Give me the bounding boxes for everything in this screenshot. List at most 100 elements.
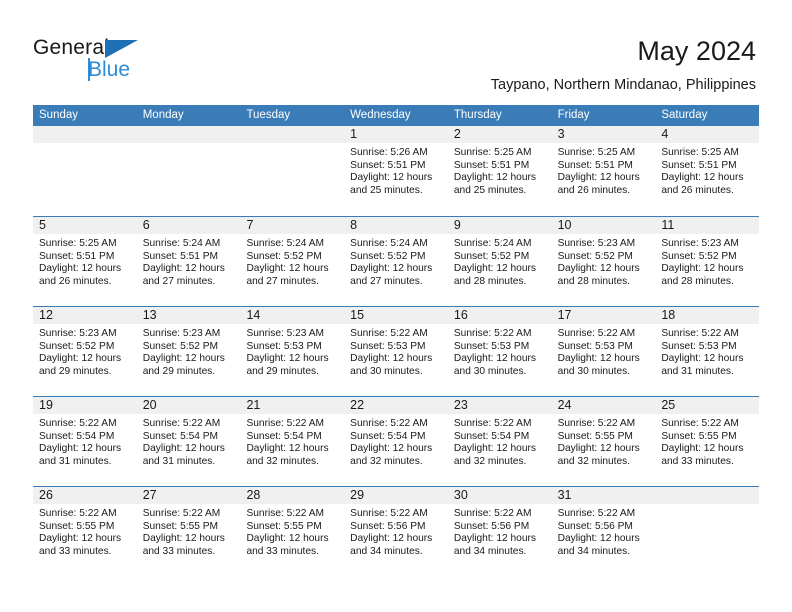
daylight-text-line2: and 27 minutes. xyxy=(142,275,216,287)
daylight-text-line1: Daylight: 12 hours xyxy=(350,263,433,275)
day-cell[interactable]: 10 Sunrise: 5:23 AM Sunset: 5:52 PM Dayl… xyxy=(551,217,656,306)
day-cell[interactable]: 29 Sunrise: 5:22 AM Sunset: 5:56 PM Dayl… xyxy=(344,487,448,576)
day-cell[interactable] xyxy=(136,126,241,216)
day-cell[interactable]: 16 Sunrise: 5:22 AM Sunset: 5:53 PM Dayl… xyxy=(447,307,552,396)
day-details: Sunrise: 5:22 AM Sunset: 5:54 PM Dayligh… xyxy=(33,414,137,468)
day-cell[interactable]: 4 Sunrise: 5:25 AM Sunset: 5:51 PM Dayli… xyxy=(655,126,760,216)
day-cell[interactable]: 12 Sunrise: 5:23 AM Sunset: 5:52 PM Dayl… xyxy=(33,307,137,396)
day-cell[interactable]: 7 Sunrise: 5:24 AM Sunset: 5:52 PM Dayli… xyxy=(240,217,345,306)
sunrise-text: Sunrise: 5:23 AM xyxy=(557,238,636,249)
daylight-text-line2: and 26 minutes. xyxy=(661,184,734,196)
daylight-text-line1: Daylight: 12 hours xyxy=(350,353,433,365)
logo-text-blue: Blue xyxy=(88,58,131,81)
sunset-text: Sunset: 5:51 PM xyxy=(453,159,530,171)
daylight-text-line1: Daylight: 12 hours xyxy=(142,353,225,365)
daylight-text-line2: and 34 minutes. xyxy=(557,545,631,557)
day-cell[interactable]: 6 Sunrise: 5:24 AM Sunset: 5:51 PM Dayli… xyxy=(136,217,241,306)
weekday-header-tuesday: Tuesday xyxy=(246,109,291,121)
day-number: 1 xyxy=(344,126,448,143)
sunset-text: Sunset: 5:55 PM xyxy=(142,520,219,532)
day-cell[interactable]: 20 Sunrise: 5:22 AM Sunset: 5:54 PM Dayl… xyxy=(136,397,241,486)
sunrise-text: Sunrise: 5:24 AM xyxy=(246,238,325,249)
day-cell[interactable]: 2 Sunrise: 5:25 AM Sunset: 5:51 PM Dayli… xyxy=(447,126,552,216)
day-cell[interactable] xyxy=(655,487,760,576)
day-cell[interactable]: 13 Sunrise: 5:23 AM Sunset: 5:52 PM Dayl… xyxy=(136,307,241,396)
sunset-text: Sunset: 5:53 PM xyxy=(557,340,633,352)
daylight-text-line1: Daylight: 12 hours xyxy=(453,443,536,455)
day-number: 8 xyxy=(344,217,448,234)
daylight-text-line2: and 33 minutes. xyxy=(246,545,319,557)
day-cell[interactable]: 14 Sunrise: 5:23 AM Sunset: 5:53 PM Dayl… xyxy=(240,307,345,396)
day-cell[interactable]: 26 Sunrise: 5:22 AM Sunset: 5:55 PM Dayl… xyxy=(33,487,137,576)
day-cell[interactable]: 19 Sunrise: 5:22 AM Sunset: 5:54 PM Dayl… xyxy=(33,397,137,486)
daylight-text-line2: and 31 minutes. xyxy=(142,455,216,467)
sunrise-text: Sunrise: 5:22 AM xyxy=(350,328,428,339)
day-cell[interactable]: 31 Sunrise: 5:22 AM Sunset: 5:56 PM Dayl… xyxy=(551,487,656,576)
sunset-text: Sunset: 5:52 PM xyxy=(246,250,322,262)
day-details: Sunrise: 5:22 AM Sunset: 5:53 PM Dayligh… xyxy=(344,324,448,378)
day-number xyxy=(33,126,137,143)
day-cell[interactable]: 15 Sunrise: 5:22 AM Sunset: 5:53 PM Dayl… xyxy=(344,307,448,396)
sunset-text: Sunset: 5:52 PM xyxy=(557,250,633,262)
day-details: Sunrise: 5:22 AM Sunset: 5:54 PM Dayligh… xyxy=(448,414,552,468)
day-number: 7 xyxy=(240,217,345,234)
day-number xyxy=(136,126,241,143)
day-cell[interactable]: 3 Sunrise: 5:25 AM Sunset: 5:51 PM Dayli… xyxy=(551,126,656,216)
daylight-text-line2: and 26 minutes. xyxy=(39,275,112,287)
day-number: 28 xyxy=(240,487,345,504)
day-cell[interactable] xyxy=(240,126,345,216)
sunset-text: Sunset: 5:52 PM xyxy=(39,340,115,352)
sunrise-text: Sunrise: 5:25 AM xyxy=(453,147,532,158)
sunset-text: Sunset: 5:56 PM xyxy=(350,520,426,532)
day-number: 27 xyxy=(136,487,241,504)
day-details: Sunrise: 5:22 AM Sunset: 5:54 PM Dayligh… xyxy=(344,414,448,468)
month-calendar: Sunday Monday Tuesday Wednesday Thursday… xyxy=(33,105,760,576)
day-cell[interactable]: 18 Sunrise: 5:22 AM Sunset: 5:53 PM Dayl… xyxy=(655,307,760,396)
day-number: 19 xyxy=(33,397,137,414)
day-cell[interactable] xyxy=(33,126,137,216)
day-details: Sunrise: 5:22 AM Sunset: 5:55 PM Dayligh… xyxy=(137,504,241,558)
sunset-text: Sunset: 5:54 PM xyxy=(246,430,322,442)
day-cell[interactable]: 27 Sunrise: 5:22 AM Sunset: 5:55 PM Dayl… xyxy=(136,487,241,576)
day-cell[interactable]: 30 Sunrise: 5:22 AM Sunset: 5:56 PM Dayl… xyxy=(447,487,552,576)
day-details: Sunrise: 5:22 AM Sunset: 5:55 PM Dayligh… xyxy=(655,414,759,468)
daylight-text-line1: Daylight: 12 hours xyxy=(246,533,329,545)
day-details: Sunrise: 5:22 AM Sunset: 5:53 PM Dayligh… xyxy=(552,324,656,378)
day-cell[interactable]: 17 Sunrise: 5:22 AM Sunset: 5:53 PM Dayl… xyxy=(551,307,656,396)
day-number xyxy=(240,126,345,143)
day-details: Sunrise: 5:23 AM Sunset: 5:52 PM Dayligh… xyxy=(33,324,137,378)
sunset-text: Sunset: 5:51 PM xyxy=(557,159,633,171)
day-number: 13 xyxy=(136,307,241,324)
week-row: 12 Sunrise: 5:23 AM Sunset: 5:52 PM Dayl… xyxy=(33,306,760,396)
sunset-text: Sunset: 5:54 PM xyxy=(142,430,219,442)
day-cell[interactable]: 1 Sunrise: 5:26 AM Sunset: 5:51 PM Dayli… xyxy=(344,126,448,216)
day-number: 2 xyxy=(447,126,552,143)
sunrise-text: Sunrise: 5:22 AM xyxy=(350,508,428,519)
day-cell[interactable]: 8 Sunrise: 5:24 AM Sunset: 5:52 PM Dayli… xyxy=(344,217,448,306)
week-row: 1 Sunrise: 5:26 AM Sunset: 5:51 PM Dayli… xyxy=(33,126,760,216)
daylight-text-line2: and 25 minutes. xyxy=(350,184,423,196)
sunset-text: Sunset: 5:51 PM xyxy=(142,250,219,262)
sunrise-text: Sunrise: 5:22 AM xyxy=(557,328,636,339)
day-details: Sunrise: 5:24 AM Sunset: 5:52 PM Dayligh… xyxy=(344,234,448,288)
daylight-text-line2: and 32 minutes. xyxy=(246,455,319,467)
daylight-text-line1: Daylight: 12 hours xyxy=(661,172,744,184)
day-cell[interactable]: 5 Sunrise: 5:25 AM Sunset: 5:51 PM Dayli… xyxy=(33,217,137,306)
sunrise-text: Sunrise: 5:24 AM xyxy=(142,238,221,249)
daylight-text-line1: Daylight: 12 hours xyxy=(453,172,536,184)
daylight-text-line1: Daylight: 12 hours xyxy=(453,533,536,545)
daylight-text-line2: and 33 minutes. xyxy=(661,455,734,467)
day-cell[interactable]: 24 Sunrise: 5:22 AM Sunset: 5:55 PM Dayl… xyxy=(551,397,656,486)
day-details: Sunrise: 5:23 AM Sunset: 5:53 PM Dayligh… xyxy=(240,324,344,378)
day-cell[interactable]: 21 Sunrise: 5:22 AM Sunset: 5:54 PM Dayl… xyxy=(240,397,345,486)
sunrise-text: Sunrise: 5:22 AM xyxy=(453,328,532,339)
day-cell[interactable]: 9 Sunrise: 5:24 AM Sunset: 5:52 PM Dayli… xyxy=(447,217,552,306)
sunset-text: Sunset: 5:52 PM xyxy=(142,340,219,352)
day-cell[interactable]: 28 Sunrise: 5:22 AM Sunset: 5:55 PM Dayl… xyxy=(240,487,345,576)
day-cell[interactable]: 22 Sunrise: 5:22 AM Sunset: 5:54 PM Dayl… xyxy=(344,397,448,486)
day-cell[interactable]: 23 Sunrise: 5:22 AM Sunset: 5:54 PM Dayl… xyxy=(447,397,552,486)
day-cell[interactable]: 25 Sunrise: 5:22 AM Sunset: 5:55 PM Dayl… xyxy=(655,397,760,486)
sunrise-text: Sunrise: 5:23 AM xyxy=(142,328,221,339)
day-number: 16 xyxy=(447,307,552,324)
day-cell[interactable]: 11 Sunrise: 5:23 AM Sunset: 5:52 PM Dayl… xyxy=(655,217,760,306)
